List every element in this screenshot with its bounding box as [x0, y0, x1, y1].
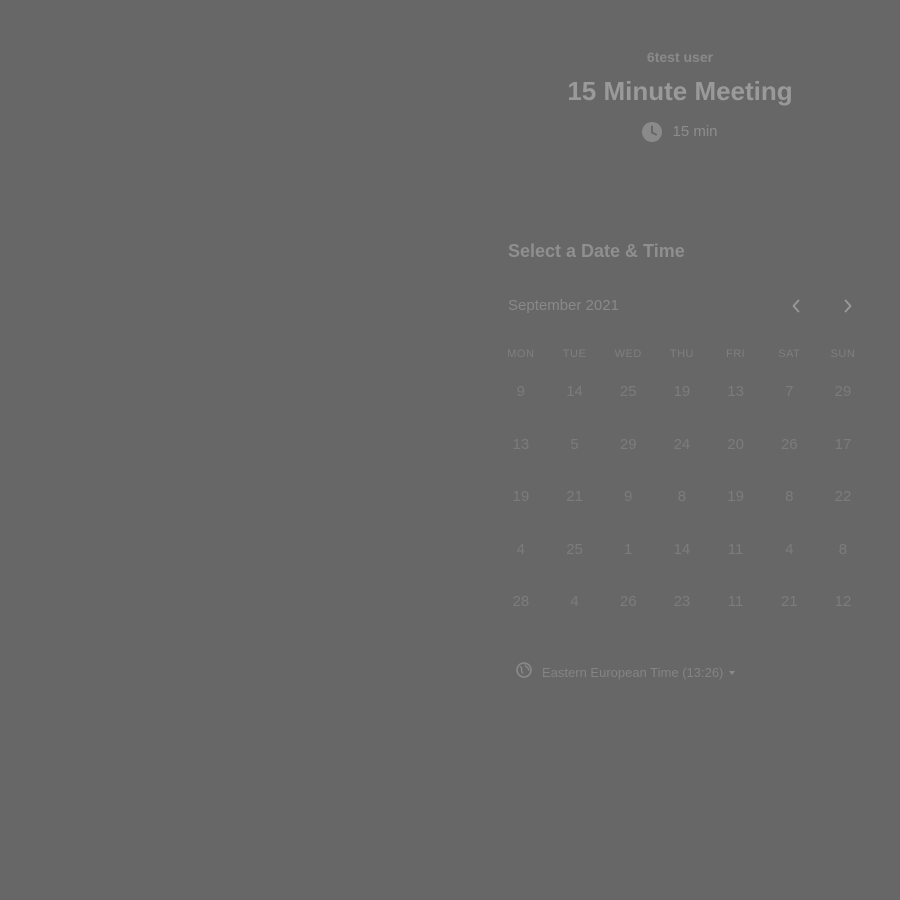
calendar-day: 23 [673, 593, 691, 610]
calendar-grid: MON TUE WED THU FRI SAT SUN 9 14 25 19 1… [494, 342, 894, 643]
next-month-button[interactable] [837, 296, 859, 316]
weekday-wed: WED [614, 348, 642, 360]
scheduling-page: 6test user 15 Minute Meeting 15 min Sele… [0, 0, 900, 900]
calendar-day: 19 [727, 488, 744, 505]
calendar-day: 12 [834, 593, 852, 610]
weekday-fri: FRI [725, 348, 746, 360]
calendar-day: 21 [566, 488, 583, 505]
calendar-day: 4 [570, 593, 579, 610]
calendar-day: 8 [785, 488, 794, 505]
calendar-day: 14 [566, 383, 583, 400]
weekday-sat: SAT [778, 348, 801, 360]
weekday-tue: TUE [562, 348, 587, 360]
chevron-right-icon [844, 299, 852, 313]
calendar-day: 22 [834, 488, 852, 505]
previous-month-button[interactable] [785, 296, 807, 316]
calendar-day: 29 [619, 435, 637, 453]
calendar-day: 9 [624, 488, 633, 505]
calendar-day: 19 [673, 383, 691, 400]
calendar-day: 9 [516, 383, 526, 400]
clock-icon [642, 122, 663, 142]
month-label: September 2021 [508, 297, 619, 314]
chevron-left-icon [792, 299, 800, 313]
calendar-day: 13 [727, 383, 744, 400]
calendar-week: 19 21 9 8 19 8 22 [494, 485, 894, 538]
calendar-day: 11 [727, 593, 744, 610]
calendar-week: 28 4 26 23 11 21 12 [494, 590, 894, 643]
calendar-day: 1 [624, 540, 633, 558]
calendar-day: 19 [512, 488, 530, 505]
calendar-day: 8 [838, 540, 848, 558]
month-navigation: September 2021 [508, 296, 880, 316]
weekday-sun: SUN [830, 348, 856, 360]
calendar-day: 21 [780, 593, 798, 610]
timezone-selector[interactable]: Eastern European Time (13:26) [516, 662, 736, 683]
calendar-day: 13 [512, 435, 530, 453]
calendar-day: 25 [566, 540, 583, 558]
timezone-label: Eastern European Time (13:26) [542, 664, 724, 680]
calendar-weeks: 9 14 25 19 13 7 29 13 5 29 24 20 26 17 1… [494, 380, 894, 643]
caret-down-icon [729, 670, 736, 675]
event-header: 6test user 15 Minute Meeting 15 min [510, 48, 850, 142]
calendar-day: 24 [673, 435, 691, 453]
calendar-day: 20 [727, 435, 744, 453]
organizer-name: 6test user [646, 49, 714, 65]
calendar-day: 29 [834, 383, 852, 400]
calendar-week: 4 25 1 14 11 4 8 [494, 538, 894, 591]
calendar-day: 14 [673, 540, 691, 558]
calendar-day: 7 [785, 383, 794, 400]
calendar-day: 4 [516, 540, 526, 558]
booking-panel: 6test user 15 Minute Meeting 15 min Sele… [470, 0, 900, 900]
calendar-day: 25 [619, 383, 637, 400]
calendar-day: 8 [677, 488, 687, 505]
event-duration: 15 min [510, 122, 850, 142]
calendar-day: 5 [570, 435, 579, 453]
duration-label: 15 min [672, 123, 718, 140]
weekday-header: MON TUE WED THU FRI SAT SUN [494, 342, 894, 366]
event-title: 15 Minute Meeting [567, 76, 793, 106]
weekday-mon: MON [507, 348, 535, 360]
weekday-thu: THU [669, 348, 694, 360]
calendar-week: 9 14 25 19 13 7 29 [494, 380, 894, 433]
calendar-day: 28 [512, 593, 530, 610]
calendar-day: 11 [727, 540, 744, 558]
calendar-day: 17 [834, 435, 852, 453]
globe-icon [516, 662, 532, 683]
calendar-day: 26 [780, 435, 798, 453]
calendar-day: 26 [619, 593, 637, 610]
calendar-day: 4 [785, 540, 794, 558]
calendar-week: 13 5 29 24 20 26 17 [494, 433, 894, 486]
picker-heading: Select a Date & Time [508, 241, 685, 261]
